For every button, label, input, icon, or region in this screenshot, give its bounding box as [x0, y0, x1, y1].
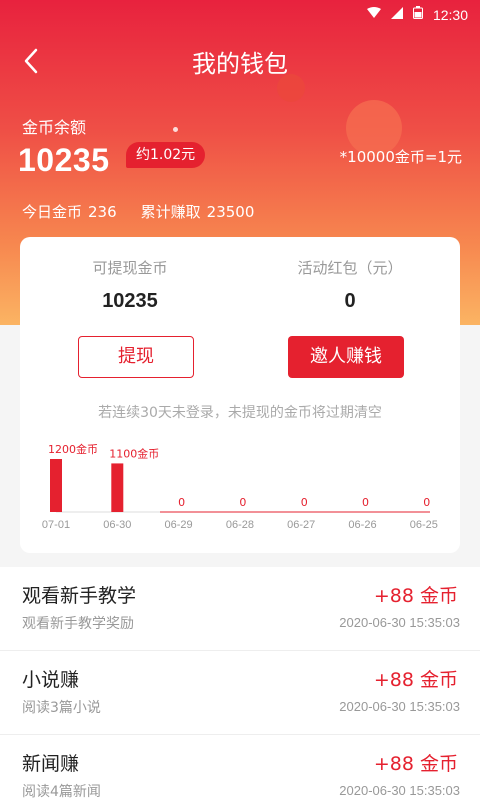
record-reward: +88 金币: [373, 753, 458, 775]
total-earned-value: 23500: [206, 203, 255, 221]
status-bar: 12:30: [0, 0, 480, 28]
wifi-icon: [366, 6, 381, 23]
decor-dot: [173, 127, 178, 132]
withdraw-button[interactable]: 提现: [78, 336, 194, 378]
status-time: 12:30: [432, 6, 468, 23]
exchange-rate-text: *10000金币=1元: [339, 148, 462, 166]
chart-tick-label: 06-29: [165, 519, 193, 531]
record-item[interactable]: 观看新手教学 观看新手教学奖励 +88 金币 2020-06-30 15:35:…: [0, 567, 480, 651]
chart-value-label: 0: [362, 496, 369, 509]
redpacket-section: 活动红包（元） 0: [240, 257, 460, 313]
record-subtitle: 阅读4篇新闻: [22, 784, 101, 800]
chart-tick-label: 06-28: [226, 519, 254, 531]
record-time: 2020-06-30 15:35:03: [339, 699, 460, 714]
battery-icon: [412, 6, 423, 23]
chart-tick-label: 06-30: [103, 519, 131, 531]
record-reward: +88 金币: [373, 585, 458, 607]
invite-button[interactable]: 邀人赚钱: [288, 336, 404, 378]
record-time: 2020-06-30 15:35:03: [339, 783, 460, 798]
total-earned-label: 累计赚取: [140, 203, 201, 221]
record-reward: +88 金币: [373, 669, 458, 691]
record-subtitle: 观看新手教学奖励: [22, 616, 134, 632]
chart-tick-label: 06-27: [287, 519, 315, 531]
balance-value: 10235: [18, 142, 110, 178]
wallet-card: 可提现金币 10235 活动红包（元） 0 提现 邀人赚钱 若连续30天未登录，…: [20, 237, 460, 553]
page-title: 我的钱包: [192, 50, 288, 78]
withdrawable-label: 可提现金币: [92, 259, 168, 277]
chart-value-label: 0: [239, 496, 246, 509]
redpacket-value: 0: [344, 290, 356, 312]
record-item[interactable]: 新闻赚 阅读4篇新闻 +88 金币 2020-06-30 15:35:03: [0, 735, 480, 800]
chart-bar: [111, 463, 124, 512]
record-title: 新闻赚: [22, 753, 80, 775]
chart-bar: [50, 459, 62, 512]
chart-value-label: 0: [423, 496, 430, 509]
withdrawable-section: 可提现金币 10235: [20, 257, 240, 313]
total-earned: 累计赚取 23500: [141, 201, 255, 222]
today-coins: 今日金币 236: [22, 201, 117, 222]
expiry-notice: 若连续30天未登录，未提现的金币将过期清空: [98, 405, 382, 421]
balance-label: 金币余额: [22, 118, 87, 137]
chart-tick-label: 07-01: [42, 519, 70, 531]
chart-tick-label: 06-26: [348, 519, 376, 531]
record-subtitle: 阅读3篇小说: [22, 700, 101, 716]
redpacket-label: 活动红包（元）: [297, 259, 403, 277]
chart-tick-label: 06-25: [410, 519, 438, 531]
signal-icon: [390, 6, 403, 23]
chart-value-label: 0: [178, 496, 185, 509]
chart-value-label: 1200金币: [48, 442, 98, 456]
chart-value-label: 1100金币: [109, 446, 159, 460]
records-list: 观看新手教学 观看新手教学奖励 +88 金币 2020-06-30 15:35:…: [0, 567, 480, 800]
earnings-summary: 今日金币 236 累计赚取 23500: [22, 201, 254, 222]
today-coins-value: 236: [88, 203, 117, 221]
record-time: 2020-06-30 15:35:03: [339, 615, 460, 630]
today-coins-label: 今日金币: [22, 203, 83, 221]
record-title: 观看新手教学: [22, 585, 137, 607]
withdrawable-value: 10235: [102, 290, 158, 312]
record-title: 小说赚: [22, 669, 80, 691]
daily-coins-chart: 1200金币 07-01 1100金币 06-30 0 06-29 0 06-28 0 06-27…: [42, 442, 438, 531]
record-item[interactable]: 小说赚 阅读3篇小说 +88 金币 2020-06-30 15:35:03: [0, 651, 480, 735]
nav-bar: 我的钱包: [0, 38, 480, 84]
approx-value-badge: 约1.02元: [126, 142, 206, 168]
chart-value-label: 0: [301, 496, 308, 509]
